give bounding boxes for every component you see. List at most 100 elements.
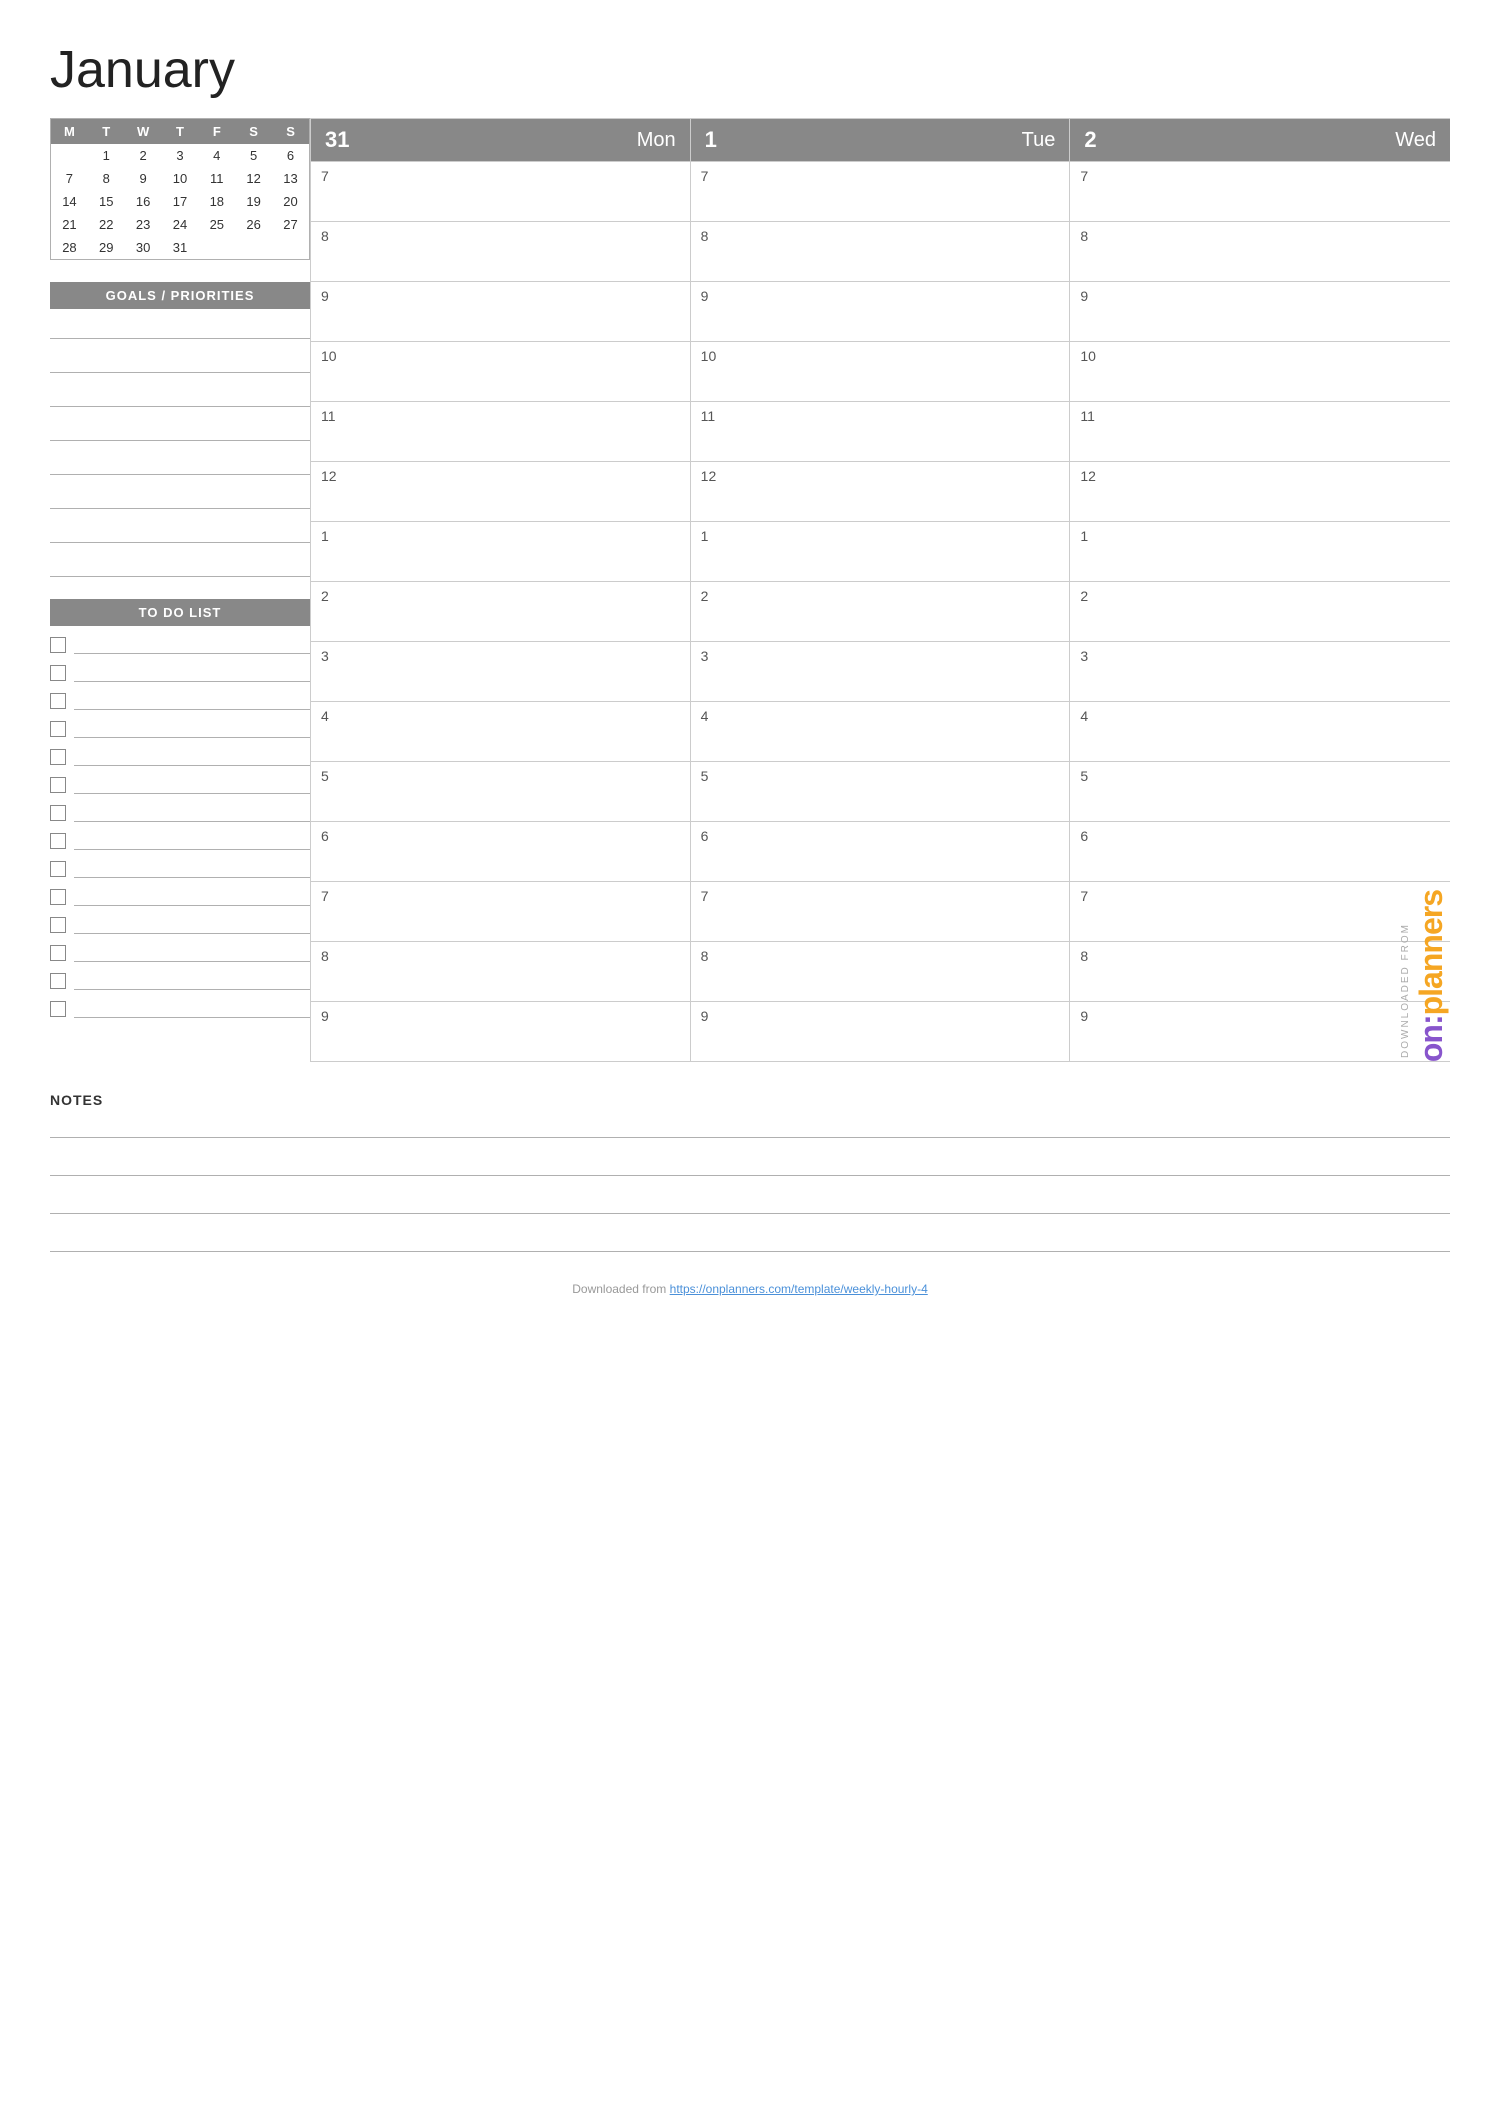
todo-item [50, 1000, 310, 1018]
todo-line [74, 776, 310, 794]
cal-cell: 11 [198, 167, 235, 190]
goal-line [50, 319, 310, 339]
cal-header-t: T [162, 119, 199, 144]
hour-label: 9 [1080, 1008, 1088, 1024]
hour-cell: 4 [1070, 702, 1450, 762]
hour-cell: 3 [1070, 642, 1450, 702]
watermark-brand-planners: planners [1413, 890, 1449, 1015]
todo-checkbox[interactable] [50, 749, 66, 765]
hour-label: 6 [1080, 828, 1088, 844]
hour-label: 9 [1080, 288, 1088, 304]
hour-label: 10 [701, 348, 717, 364]
hour-label: 5 [1080, 768, 1088, 784]
hour-cell: 9 [691, 1002, 1071, 1062]
hour-label: 7 [701, 168, 709, 184]
todo-item [50, 916, 310, 934]
goal-line [50, 523, 310, 543]
goal-line [50, 455, 310, 475]
cal-cell: 21 [51, 213, 88, 236]
page-title: January [50, 40, 1450, 100]
hour-label: 10 [1080, 348, 1096, 364]
todo-item [50, 832, 310, 850]
todo-checkbox[interactable] [50, 917, 66, 933]
hour-cell: 6 [311, 822, 691, 882]
todo-checkbox[interactable] [50, 1001, 66, 1017]
hour-label: 2 [321, 588, 329, 604]
cal-cell: 8 [88, 167, 125, 190]
cal-cell: 16 [125, 190, 162, 213]
footer-url[interactable]: https://onplanners.com/template/weekly-h… [670, 1282, 928, 1296]
hour-cell: 8 [691, 942, 1071, 1002]
day-name: Tue [1022, 129, 1056, 152]
hour-cell: 10 [311, 342, 691, 402]
notes-line [50, 1194, 1450, 1214]
todo-checkbox[interactable] [50, 721, 66, 737]
hour-label: 1 [321, 528, 329, 544]
hour-label: 12 [701, 468, 717, 484]
cal-cell: 25 [198, 213, 235, 236]
day-num: 2 [1084, 127, 1096, 153]
todo-checkbox[interactable] [50, 637, 66, 653]
todo-line [74, 1000, 310, 1018]
hour-label: 7 [1080, 168, 1088, 184]
hour-label: 4 [1080, 708, 1088, 724]
hour-cell: 4 [311, 702, 691, 762]
hour-label: 8 [1080, 948, 1088, 964]
hour-cell: 9 [311, 1002, 691, 1062]
todo-line [74, 888, 310, 906]
notes-line [50, 1118, 1450, 1138]
hour-cell: 1 [691, 522, 1071, 582]
hour-label: 4 [701, 708, 709, 724]
todo-item [50, 664, 310, 682]
hour-cell: 9 [1070, 1002, 1450, 1062]
todo-checkbox[interactable] [50, 861, 66, 877]
hour-cell: 2 [691, 582, 1071, 642]
todo-checkbox[interactable] [50, 693, 66, 709]
cal-cell: 26 [235, 213, 272, 236]
cal-cell: 27 [272, 213, 309, 236]
hour-label: 6 [321, 828, 329, 844]
todo-line [74, 720, 310, 738]
todo-item [50, 888, 310, 906]
todo-line [74, 804, 310, 822]
cal-cell: 22 [88, 213, 125, 236]
todo-line [74, 664, 310, 682]
todo-checkbox[interactable] [50, 889, 66, 905]
todo-item [50, 720, 310, 738]
todo-line [74, 944, 310, 962]
todo-checkbox[interactable] [50, 805, 66, 821]
watermark-brand-on: on: [1413, 1015, 1449, 1062]
cal-cell: 28 [51, 236, 88, 259]
hour-cell: 4 [691, 702, 1071, 762]
hour-rows: 7778889991010101111111212121112223334445… [311, 162, 1450, 1062]
hour-label: 8 [701, 228, 709, 244]
todo-checkbox[interactable] [50, 665, 66, 681]
todo-checkbox[interactable] [50, 777, 66, 793]
cal-cell: 4 [198, 144, 235, 167]
hour-cell: 10 [691, 342, 1071, 402]
hour-cell: 9 [1070, 282, 1450, 342]
hour-cell: 1 [1070, 522, 1450, 582]
todo-line [74, 748, 310, 766]
watermark-brand: on:planners [1413, 890, 1450, 1062]
todo-item [50, 692, 310, 710]
hour-cell: 7 [1070, 882, 1450, 942]
todo-checkbox[interactable] [50, 973, 66, 989]
hour-label: 9 [321, 1008, 329, 1024]
todo-line [74, 972, 310, 990]
hour-cell: 7 [691, 162, 1071, 222]
notes-line [50, 1156, 1450, 1176]
hour-label: 3 [321, 648, 329, 664]
cal-cell: 5 [235, 144, 272, 167]
todo-checkbox[interactable] [50, 945, 66, 961]
hour-label: 8 [321, 948, 329, 964]
day-header-tue: 1Tue [691, 119, 1071, 162]
hour-cell: 3 [311, 642, 691, 702]
cal-cell: 20 [272, 190, 309, 213]
footer: Downloaded from https://onplanners.com/t… [50, 1282, 1450, 1296]
todo-checkbox[interactable] [50, 833, 66, 849]
hour-cell: 7 [311, 882, 691, 942]
todo-line [74, 636, 310, 654]
hour-cell: 11 [691, 402, 1071, 462]
hour-cell: 8 [311, 222, 691, 282]
